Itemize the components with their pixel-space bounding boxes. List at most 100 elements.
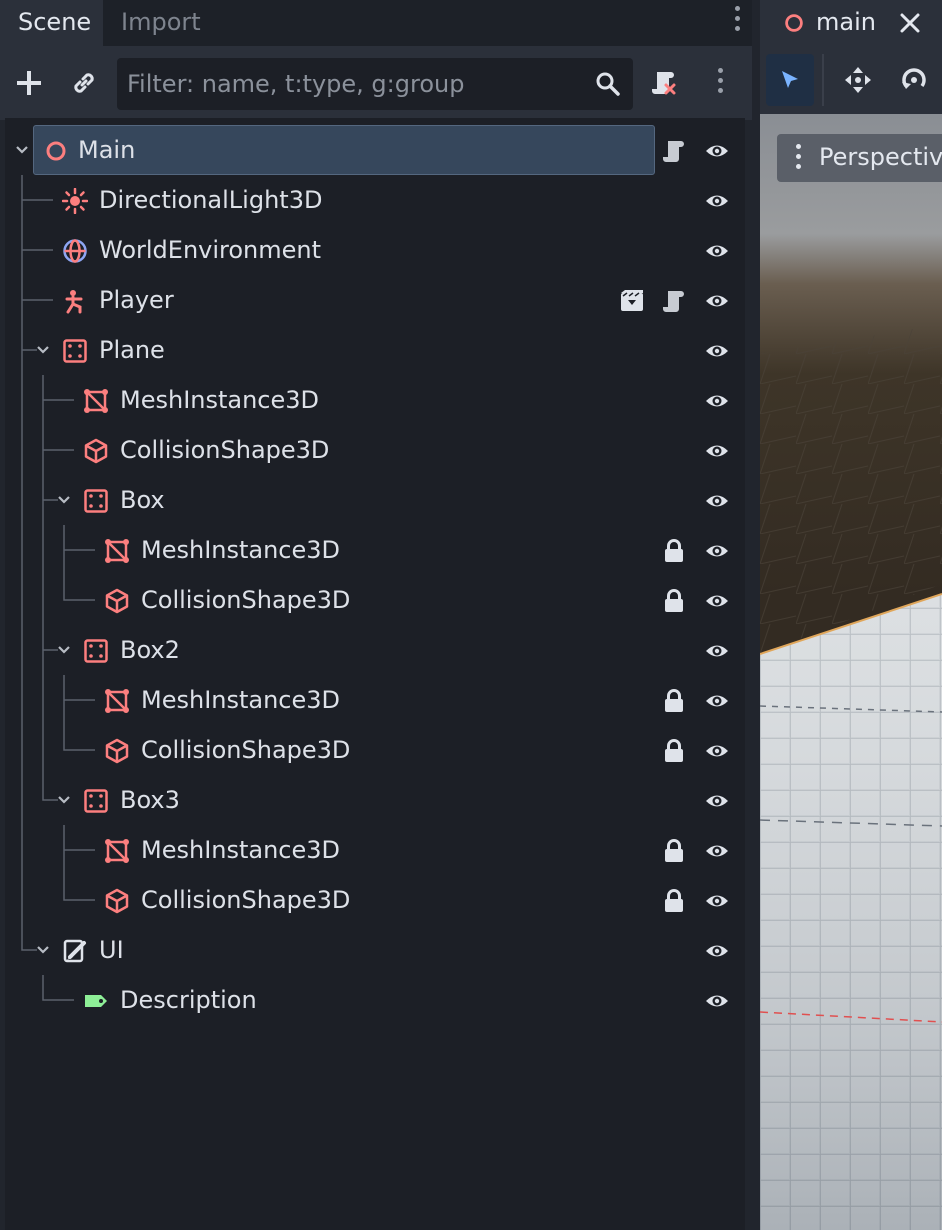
chevron-down-icon[interactable] [35,942,51,958]
tab-import[interactable]: Import [103,0,219,46]
visibility-icon[interactable] [704,438,730,464]
node-label: CollisionShape3D [141,886,351,914]
dock-tab-bar: Scene Import [0,0,752,46]
viewport-floor [760,324,942,1230]
rotate-tool-icon[interactable] [900,66,928,94]
static-body-icon [84,639,108,663]
filter-input[interactable] [117,58,587,110]
perspective-label: Perspective [819,143,942,171]
viewport-menu-icon [793,144,803,174]
lock-icon[interactable] [661,538,687,564]
node-label: Box [120,486,165,514]
visibility-icon[interactable] [704,988,730,1014]
chevron-down-icon[interactable] [35,342,51,358]
visibility-icon[interactable] [704,838,730,864]
tree-row-collision-shape[interactable]: CollisionShape3D [5,875,745,925]
scene-dock: Scene Import Filter: name, t:type, g:gro… [0,0,752,1230]
visibility-icon[interactable] [704,638,730,664]
scene-tree: Main DirectionalLight3D WorldEnvironment [5,118,745,1230]
visibility-icon[interactable] [704,938,730,964]
visibility-icon[interactable] [704,188,730,214]
collision-shape-icon [105,888,129,914]
search-icon[interactable] [595,71,621,97]
tree-row-collision-shape[interactable]: CollisionShape3D [5,575,745,625]
tree-row-directional-light[interactable]: DirectionalLight3D [5,175,745,225]
node-label: Box2 [120,636,180,664]
node-label: CollisionShape3D [141,586,351,614]
visibility-icon[interactable] [704,338,730,364]
tree-row-box3[interactable]: Box3 [5,775,745,825]
node-label: DirectionalLight3D [99,186,323,214]
link-icon [74,73,94,93]
tree-row-ui[interactable]: UI [5,925,745,975]
lock-icon[interactable] [661,688,687,714]
scene-tab-main[interactable]: main [760,0,942,46]
visibility-icon[interactable] [704,488,730,514]
tree-row-collision-shape[interactable]: CollisionShape3D [5,425,745,475]
visibility-icon[interactable] [704,238,730,264]
visibility-icon[interactable] [704,788,730,814]
character-body-icon [65,290,83,314]
lock-icon[interactable] [661,888,687,914]
3d-viewport[interactable]: Perspective [760,114,942,1230]
node-label: CollisionShape3D [141,736,351,764]
node-label: Box3 [120,786,180,814]
static-body-icon [84,789,108,813]
instance-child-scene-button[interactable] [64,63,104,103]
tree-row-main[interactable]: Main [5,125,745,175]
collision-shape-icon [84,438,108,464]
node3d-circle-icon [46,141,66,161]
chevron-down-icon[interactable] [56,492,72,508]
scene-options-icon[interactable] [713,68,727,102]
instance-icon[interactable] [619,288,645,314]
node-label: WorldEnvironment [99,236,322,264]
tree-row-collision-shape[interactable]: CollisionShape3D [5,725,745,775]
select-tool-icon [782,71,798,88]
visibility-icon[interactable] [704,388,730,414]
toolbar-separator [822,54,824,106]
tree-row-player[interactable]: Player [5,275,745,325]
tree-row-mesh-instance[interactable]: MeshInstance3D [5,525,745,575]
node-label: MeshInstance3D [141,686,341,714]
lock-icon[interactable] [661,838,687,864]
tree-row-mesh-instance[interactable]: MeshInstance3D [5,825,745,875]
visibility-icon[interactable] [704,138,730,164]
node-label: Main [78,136,136,164]
visibility-icon[interactable] [704,588,730,614]
lock-icon[interactable] [661,588,687,614]
tree-row-box[interactable]: Box [5,475,745,525]
tree-row-world-environment[interactable]: WorldEnvironment [5,225,745,275]
visibility-icon[interactable] [704,288,730,314]
tree-row-plane[interactable]: Plane [5,325,745,375]
visibility-icon[interactable] [704,688,730,714]
script-remove-icon [652,72,676,95]
editor-toolbar [760,46,942,114]
chevron-down-icon[interactable] [14,142,30,158]
static-body-icon [63,339,87,363]
select-tool-button[interactable] [766,54,814,106]
chevron-down-icon[interactable] [56,792,72,808]
visibility-icon[interactable] [704,538,730,564]
visibility-icon[interactable] [704,738,730,764]
chevron-down-icon[interactable] [56,642,72,658]
directional-light-icon [62,188,88,214]
tree-row-description[interactable]: Description [5,975,745,1025]
node-label: MeshInstance3D [141,536,341,564]
tree-row-mesh-instance[interactable]: MeshInstance3D [5,375,745,425]
move-tool-icon[interactable] [844,66,872,94]
filter-script-button[interactable] [644,63,684,103]
perspective-menu-button[interactable]: Perspective [777,134,942,182]
tree-row-mesh-instance[interactable]: MeshInstance3D [5,675,745,725]
visibility-icon[interactable] [704,888,730,914]
dock-options-icon[interactable] [728,6,746,40]
scene-tab-label: main [816,8,876,36]
script-icon[interactable] [661,138,687,164]
close-icon[interactable] [898,11,922,35]
node-label: Plane [99,336,165,364]
script-icon[interactable] [661,288,687,314]
add-node-button[interactable] [9,63,49,103]
tree-row-box2[interactable]: Box2 [5,625,745,675]
node3d-circle-icon [785,14,803,32]
lock-icon[interactable] [661,738,687,764]
tab-scene[interactable]: Scene [0,0,103,46]
